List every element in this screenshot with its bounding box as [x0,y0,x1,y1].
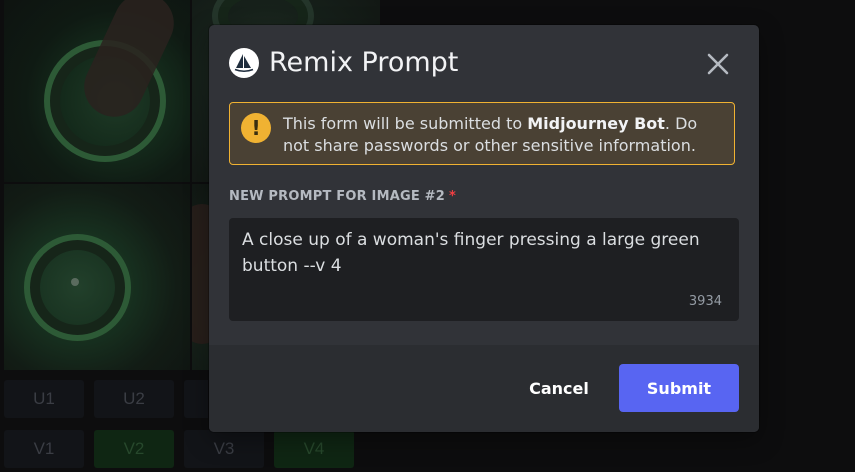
upscale-button-3-partial[interactable] [184,380,208,418]
required-asterisk: * [449,189,456,204]
upscale-button-1[interactable]: U1 [4,380,84,418]
close-icon[interactable] [705,51,731,77]
midjourney-sailboat-icon [229,48,259,78]
cancel-button[interactable]: Cancel [515,364,603,412]
variation-button-1[interactable]: V1 [4,430,84,468]
submit-button[interactable]: Submit [619,364,739,412]
upscale-button-2[interactable]: U2 [94,380,174,418]
variation-button-2[interactable]: V2 [94,430,174,468]
variation-button-4[interactable]: V4 [274,430,354,468]
prompt-text-value[interactable]: A close up of a woman's finger pressing … [242,227,712,279]
image-tile-3 [4,184,190,370]
modal-footer: Cancel Submit [209,345,759,432]
prompt-textarea[interactable]: A close up of a woman's finger pressing … [229,218,739,321]
warning-icon: ! [241,113,271,143]
prompt-field-label: NEW PROMPT FOR IMAGE #2 * [229,189,456,204]
remix-prompt-modal: Remix Prompt ! This form will be submitt… [209,25,759,432]
modal-title: Remix Prompt [269,47,459,78]
image-tile-1 [4,0,190,182]
char-counter: 3934 [688,294,722,309]
warning-notice: ! This form will be submitted to Midjour… [229,102,735,165]
notice-text: This form will be submitted to Midjourne… [283,114,698,155]
bot-name: Midjourney Bot [527,114,665,133]
variation-button-3[interactable]: V3 [184,430,264,468]
